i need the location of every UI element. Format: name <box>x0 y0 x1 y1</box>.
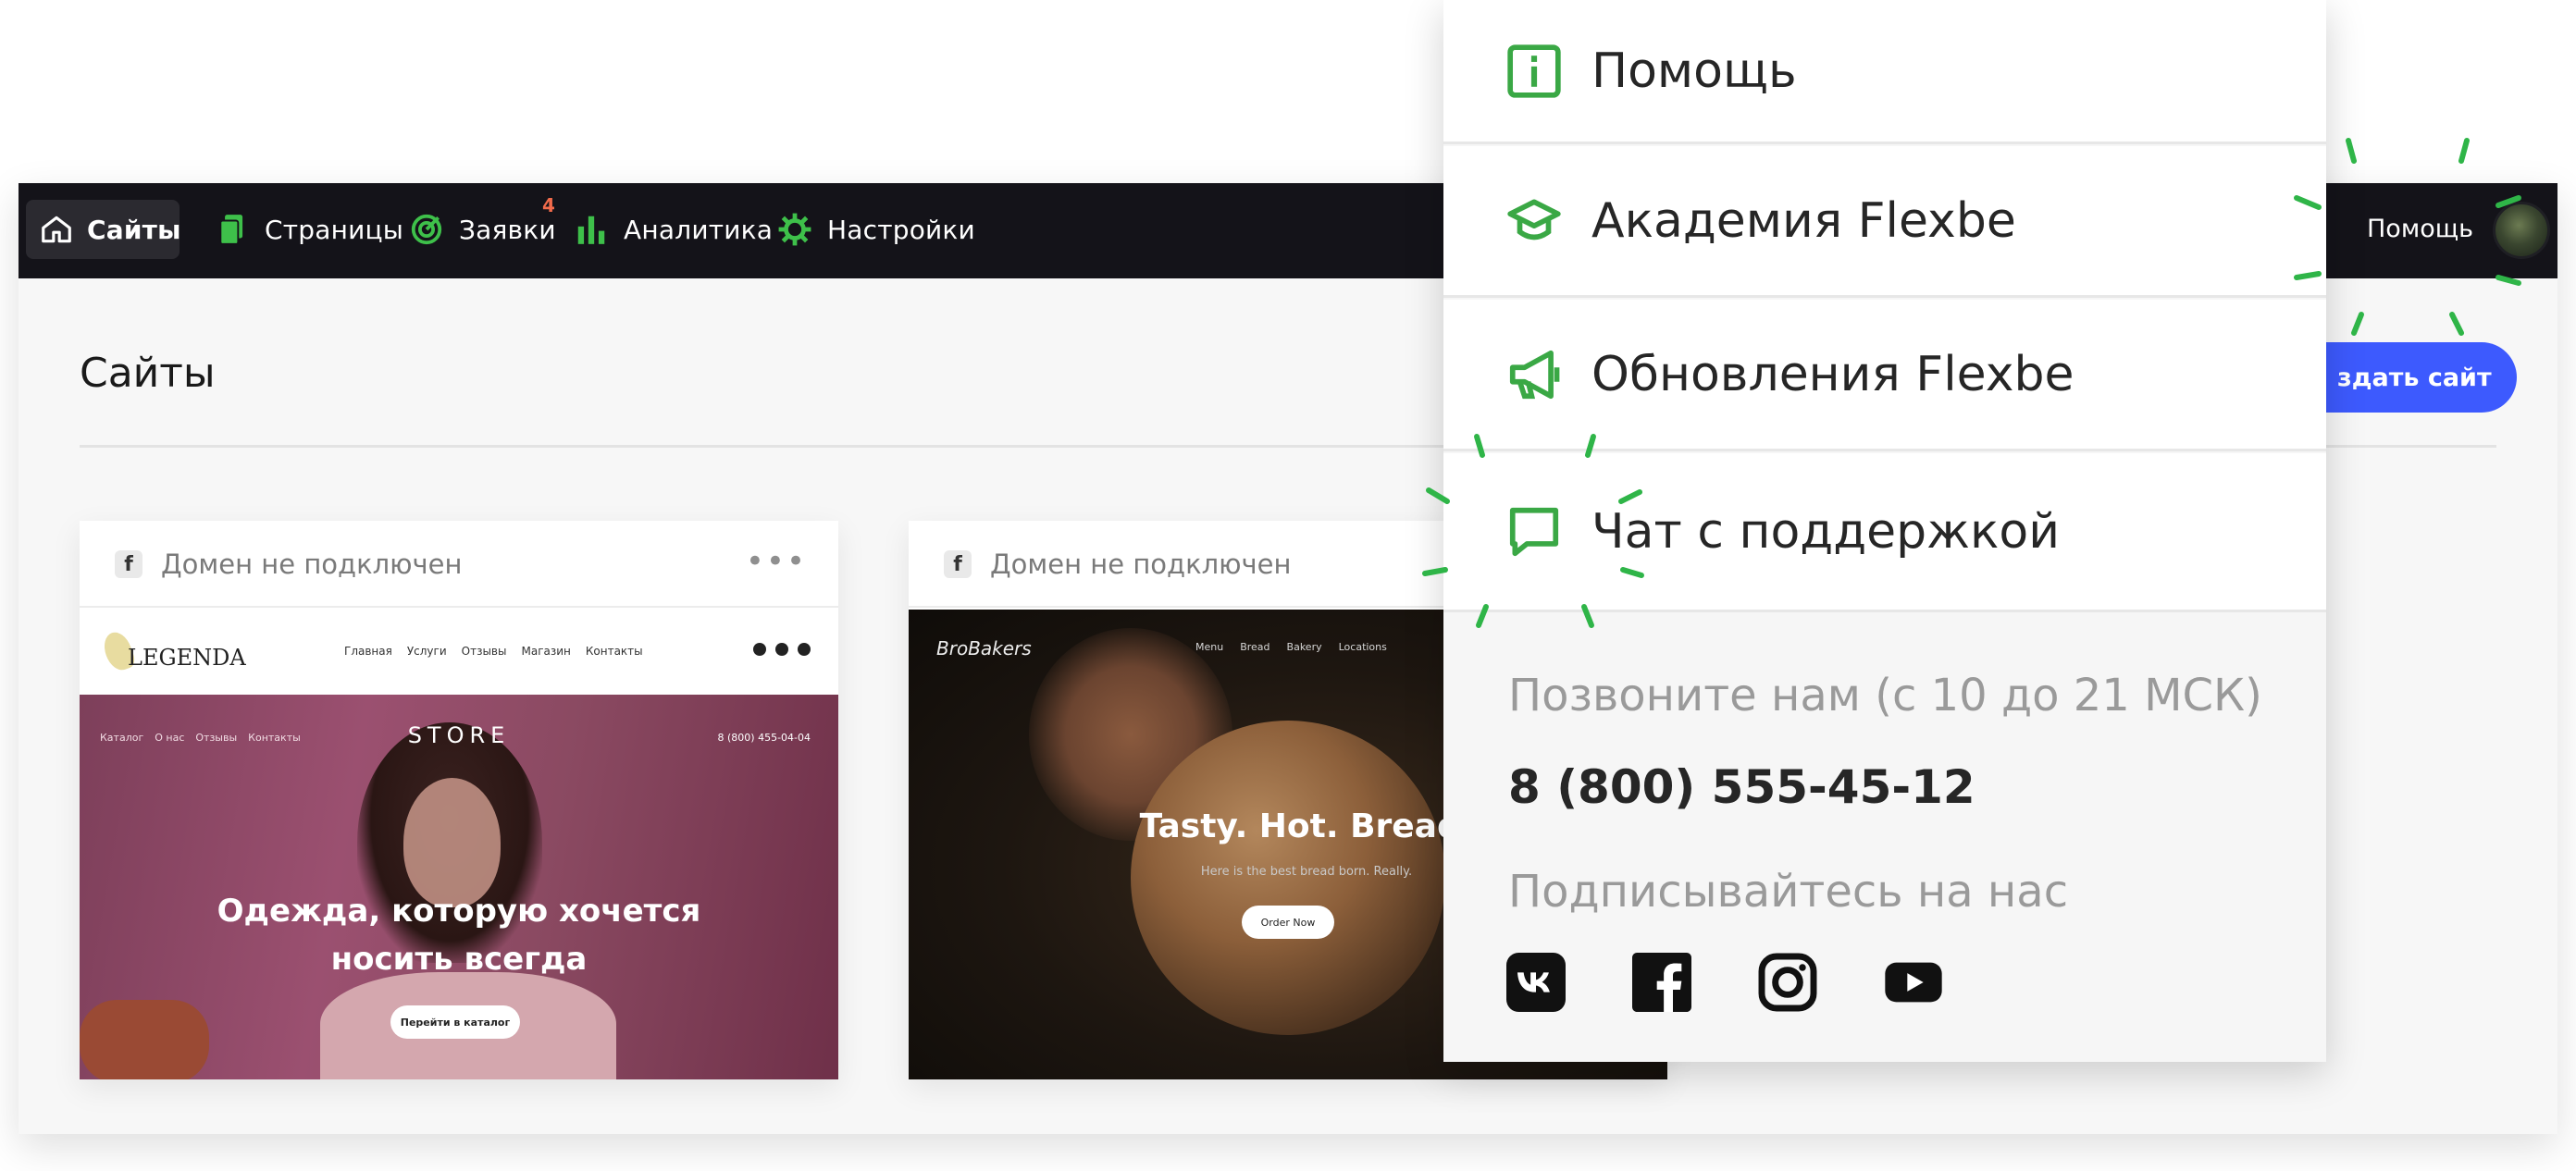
site-card[interactable]: f Домен не подключен ••• LEGENDA Главная… <box>80 521 838 1079</box>
info-icon <box>1505 42 1564 101</box>
nav-item-sites[interactable]: Сайты <box>26 200 180 259</box>
preview-nav-item: Locations <box>1338 641 1387 653</box>
nav-item-label: Аналитика <box>624 214 774 245</box>
preview-social-icons <box>753 643 811 656</box>
preview-headline-line: носить всегда <box>330 941 588 978</box>
preview-hero: Каталог О нас Отзывы Контакты STORE 8 (8… <box>80 695 838 1079</box>
nav-item-settings[interactable]: Настройки <box>775 200 975 259</box>
help-menu-item-label: Помощь <box>1591 43 1797 99</box>
home-icon <box>39 210 74 249</box>
nav-item-requests[interactable]: Заявки 4 <box>407 194 556 259</box>
preview-headline-line: Одежда, которую хочется <box>217 893 701 930</box>
help-menu-item-updates[interactable]: Обновления Flexbe <box>1443 300 2326 451</box>
preview-nav-item: Магазин <box>521 645 571 658</box>
preview-nav-item: Главная <box>344 645 392 658</box>
nav-item-pages[interactable]: Страницы <box>213 200 403 259</box>
preview-nav: Menu Bread Bakery Locations <box>1195 641 1387 653</box>
subscribe-label: Подписывайтесь на нас <box>1508 866 2069 918</box>
target-icon <box>407 210 446 249</box>
page-title: Сайты <box>80 350 216 397</box>
call-us-label: Позвоните нам (с 10 до 21 МСК) <box>1508 670 2262 721</box>
analytics-icon <box>572 210 611 249</box>
site-card-header: f Домен не подключен ••• <box>80 521 838 608</box>
preview-nav-item: Отзывы <box>461 645 507 658</box>
preview-cta-button: Перейти в каталог <box>390 1005 520 1039</box>
preview-header: LEGENDA Главная Услуги Отзывы Магазин Ко… <box>80 610 838 695</box>
pages-icon <box>213 210 252 249</box>
youtube-icon[interactable] <box>1884 953 1943 1012</box>
preview-nav: Главная Услуги Отзывы Магазин Контакты <box>344 645 643 658</box>
help-menu-item-label: Обновления Flexbe <box>1591 346 2074 402</box>
help-menu-item-label: Академия Flexbe <box>1591 192 2016 249</box>
preview-nav-item: Контакты <box>585 645 643 658</box>
help-menu-item-support-chat[interactable]: Чат с поддержкой <box>1443 453 2326 612</box>
preview-nav-item: Bread <box>1240 641 1270 653</box>
graduation-cap-icon <box>1505 191 1564 251</box>
preview-nav-item: Услуги <box>406 645 447 658</box>
help-dropdown-menu: Помощь Академия Flexbe Обновления Flexbe… <box>1443 0 2326 1062</box>
preview-logo: LEGENDA <box>128 645 246 671</box>
megaphone-icon <box>1505 345 1564 404</box>
user-avatar[interactable] <box>2493 202 2550 259</box>
nav-item-label: Заявки <box>459 214 556 245</box>
help-menu-item-help[interactable]: Помощь <box>1443 0 2326 144</box>
help-menu-item-label: Чат с поддержкой <box>1591 503 2061 560</box>
support-phone-number[interactable]: 8 (800) 555-45-12 <box>1508 760 1975 814</box>
gear-icon <box>775 210 814 249</box>
domain-status: Домен не подключен <box>990 549 1292 580</box>
requests-count-badge: 4 <box>542 194 556 216</box>
telegram-icon <box>775 643 788 656</box>
facebook-icon <box>753 643 766 656</box>
nav-item-label: Сайты <box>87 214 181 245</box>
facebook-icon[interactable] <box>1632 953 1691 1012</box>
preview-nav-item: Menu <box>1195 641 1224 653</box>
preview-headline: Одежда, которую хочется носить всегда <box>80 887 838 983</box>
instagram-icon[interactable] <box>1758 953 1817 1012</box>
site-preview-thumbnail[interactable]: LEGENDA Главная Услуги Отзывы Магазин Ко… <box>80 610 838 1079</box>
chat-bubble-icon <box>1505 502 1564 561</box>
flexbe-domain-icon: f <box>115 550 142 578</box>
nav-item-label: Страницы <box>265 214 404 245</box>
preview-phone: 8 (800) 455-04-04 <box>717 732 811 744</box>
help-menu-link[interactable]: Помощь <box>2367 215 2473 243</box>
flexbe-domain-icon: f <box>944 550 972 578</box>
nav-item-analytics[interactable]: Аналитика <box>572 200 773 259</box>
more-options-icon[interactable]: ••• <box>746 543 807 580</box>
vk-icon[interactable] <box>1506 953 1566 1012</box>
preview-cta-button: Order Now <box>1242 906 1334 939</box>
instagram-icon <box>798 643 811 656</box>
hero-photo-sofa <box>80 1000 209 1079</box>
nav-item-label: Настройки <box>827 214 975 245</box>
domain-status: Домен не подключен <box>161 549 463 580</box>
preview-nav-item: Bakery <box>1286 641 1322 653</box>
help-menu-item-academy[interactable]: Академия Flexbe <box>1443 146 2326 298</box>
preview-logo: BroBakers <box>936 637 1032 659</box>
